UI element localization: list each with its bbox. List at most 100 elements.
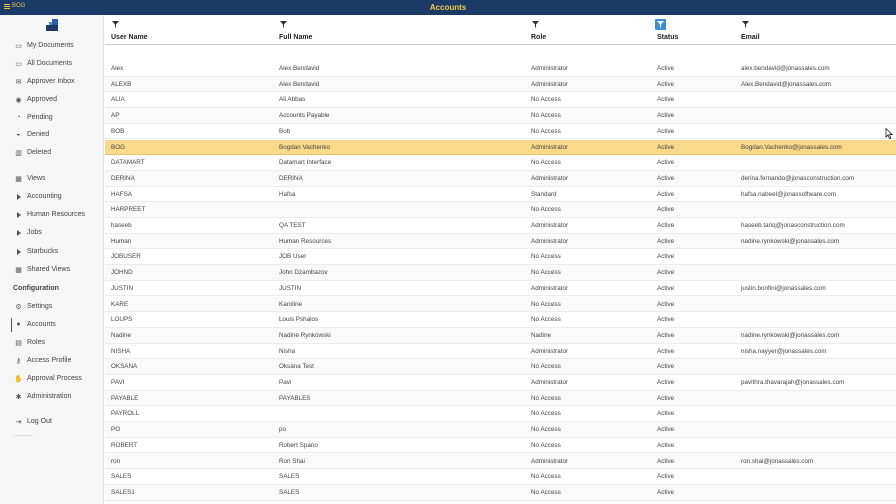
cell-status: Active: [657, 190, 675, 198]
sidebar-item-my-documents[interactable]: ▭ My Documents: [0, 39, 104, 53]
table-row[interactable]: OKSANA Oksana Test No Access Active: [105, 359, 896, 375]
table-row[interactable]: SALES2No AccessActive: [105, 501, 896, 504]
sidebar-item-label: Log Out: [27, 418, 52, 425]
table-row[interactable]: JUSTIN JUSTIN Administrator Active justin.bo…: [105, 281, 896, 297]
sidebar-item-deleted[interactable]: ▥ Deleted: [0, 146, 104, 160]
sidebar-item-label: Human Resources: [27, 211, 85, 218]
cell-status: Active: [657, 143, 675, 151]
sidebar-divider: [13, 435, 33, 436]
cell-role: Standard: [531, 190, 557, 198]
table-row[interactable]: PAYABLE PAYABLES No Access Active: [105, 390, 896, 407]
sidebar-item-pending[interactable]: ◔ Pending: [0, 111, 104, 125]
pending-icon: ◔: [16, 114, 21, 121]
sidebar-item-views[interactable]: ▦ Views: [0, 172, 104, 186]
table-row[interactable]: BOB Bob No Access Active: [105, 124, 896, 140]
cell-full-name: Ali Abbas: [279, 96, 306, 104]
cell-role: No Access: [531, 316, 561, 324]
sidebar-item-access-profile[interactable]: ⚷ Access Profile: [0, 354, 104, 368]
table-row[interactable]: ALEXB Alex Bendavid Administrator Active Ale…: [105, 76, 896, 93]
status-filter-icon[interactable]: [655, 19, 666, 30]
sidebar-item-label: Approved: [27, 96, 57, 103]
sidebar-item-jobs[interactable]: Jobs: [0, 226, 104, 240]
column-header-full-name[interactable]: Full Name: [279, 34, 312, 41]
table-row[interactable]: ALIA Ali Abbas No Access Active: [105, 92, 896, 109]
table-row[interactable]: ron Ron Shai Administrator Active ron.shai@j…: [105, 453, 896, 470]
filter-icon[interactable]: [741, 20, 750, 29]
sidebar-item-denied[interactable]: ◒ Denied: [0, 128, 104, 142]
cell-status: Active: [657, 65, 675, 72]
cell-full-name: Oksana Test: [279, 363, 314, 371]
sidebar-item-label: Access Profile: [27, 357, 72, 364]
sidebar-item-log-out[interactable]: ⇥ Log Out: [0, 415, 104, 429]
cell-full-name: PAYABLES: [279, 394, 311, 402]
sidebar-item-shared-views[interactable]: ▦ Shared Views: [0, 263, 104, 277]
table-row[interactable]: JOHND John Dzambazov No Access Active: [105, 265, 896, 281]
table-row[interactable]: ROBERT Robert Spano No Access Active: [105, 438, 896, 454]
cell-role: Administrator: [531, 237, 569, 245]
cell-user-name: OKSANA: [111, 363, 138, 371]
gear-icon: ⚙: [15, 303, 22, 311]
sidebar-item-label: My Documents: [27, 42, 74, 49]
cell-role: Administrator: [531, 174, 569, 182]
filter-icon[interactable]: [279, 20, 288, 29]
table-row[interactable]: HARPREET No Access Active: [105, 202, 896, 218]
column-header-status[interactable]: Status: [657, 34, 678, 41]
table-row[interactable]: LOUPS Louis Pshalos No Access Active: [105, 312, 896, 328]
table-row[interactable]: DERINA DERINA Administrator Active derina.fe…: [105, 170, 896, 187]
sidebar-item-administration[interactable]: ✱ Administration: [0, 390, 104, 404]
column-header-user-name[interactable]: User Name: [111, 34, 148, 41]
table-row[interactable]: Alex Alex Bendavid Administrator Active alex…: [105, 61, 896, 77]
table-row[interactable]: SALES SALES No Access Active: [105, 469, 896, 485]
table-row[interactable]: SALES1 SALES No Access Active: [105, 484, 896, 501]
column-header-email[interactable]: Email: [741, 34, 760, 41]
trash-icon: ▥: [15, 149, 22, 157]
sidebar-item-starbucks[interactable]: Starbucks: [0, 245, 104, 259]
logout-icon: ⇥: [15, 418, 22, 426]
cell-role: Nadine: [531, 331, 551, 339]
cell-email: derina.fernando@jonasconstruction.com: [741, 174, 855, 182]
sidebar-item-approver-inbox[interactable]: ✉ Approver Inbox: [0, 75, 104, 89]
sidebar-item-all-documents[interactable]: ▭ All Documents: [0, 57, 104, 71]
sidebar-item-human-resources[interactable]: Human Resources: [0, 208, 104, 222]
cell-status: Active: [657, 284, 675, 292]
table-row[interactable]: haseeb QA TEST Administrator Active haseeb.t…: [105, 218, 896, 234]
cell-user-name: PAVI: [111, 379, 125, 386]
table-row[interactable]: DATAMART Datamart Interface No Access Activ…: [105, 155, 896, 171]
filter-icon[interactable]: [111, 20, 120, 29]
table-row[interactable]: BOG Bogdan Vachenko Administrator Active Bog…: [105, 139, 896, 156]
inbox-icon: ✉: [15, 78, 22, 86]
cell-status: Active: [657, 363, 675, 371]
column-header-role[interactable]: Role: [531, 34, 546, 41]
table-row[interactable]: Nadine Nadine Rynkowski Nadine Active nadine…: [105, 327, 896, 344]
cell-role: No Access: [531, 441, 561, 449]
cell-email: nisha.nayyer@jonassales.com: [741, 347, 827, 355]
sidebar-item-accounts[interactable]: ● Accounts: [0, 318, 104, 332]
cell-full-name: Nisha: [279, 347, 296, 355]
sidebar-item-approval-process[interactable]: ✋ Approval Process: [0, 372, 104, 386]
sidebar-item-settings[interactable]: ⚙ Settings: [0, 300, 104, 314]
table-row[interactable]: JOBUSER JOB User No Access Active: [105, 249, 896, 266]
sidebar-item-accounting[interactable]: Accounting: [0, 190, 104, 204]
table-row[interactable]: PAVI Pavi Administrator Active pavithra.thav…: [105, 375, 896, 391]
approval-icon: ✋: [14, 375, 23, 383]
table-row[interactable]: AP Accounts Payable No Access Active: [105, 108, 896, 124]
cell-status: Active: [657, 441, 675, 449]
table-row[interactable]: HAFSA Hafsa Standard Active hafsa.nabeel@jon…: [105, 187, 896, 203]
sidebar-item-approved[interactable]: ◉ Approved: [0, 93, 104, 107]
cell-email: ron.shai@jonassales.com: [741, 457, 814, 465]
table-row[interactable]: PAYROLL No Access Active: [105, 406, 896, 423]
cell-role: No Access: [531, 96, 561, 104]
cell-full-name: Accounts Payable: [279, 112, 330, 120]
table-row[interactable]: PO po No Access Active: [105, 422, 896, 438]
filter-icon[interactable]: [531, 20, 540, 29]
cell-role: No Access: [531, 112, 561, 120]
table-row[interactable]: KARE Karoline No Access Active: [105, 296, 896, 313]
cell-status: Active: [657, 457, 675, 465]
shared-views-icon: ▦: [15, 266, 22, 274]
table-row[interactable]: Human Human Resources Administrator Active n…: [105, 233, 896, 250]
sidebar-item-roles[interactable]: ▤ Roles: [0, 336, 104, 350]
admin-icon: ✱: [15, 393, 22, 401]
cell-status: Active: [657, 80, 675, 88]
page-title: Accounts: [429, 3, 467, 12]
table-row[interactable]: NISHA Nisha Administrator Active nisha.nayye…: [105, 344, 896, 360]
